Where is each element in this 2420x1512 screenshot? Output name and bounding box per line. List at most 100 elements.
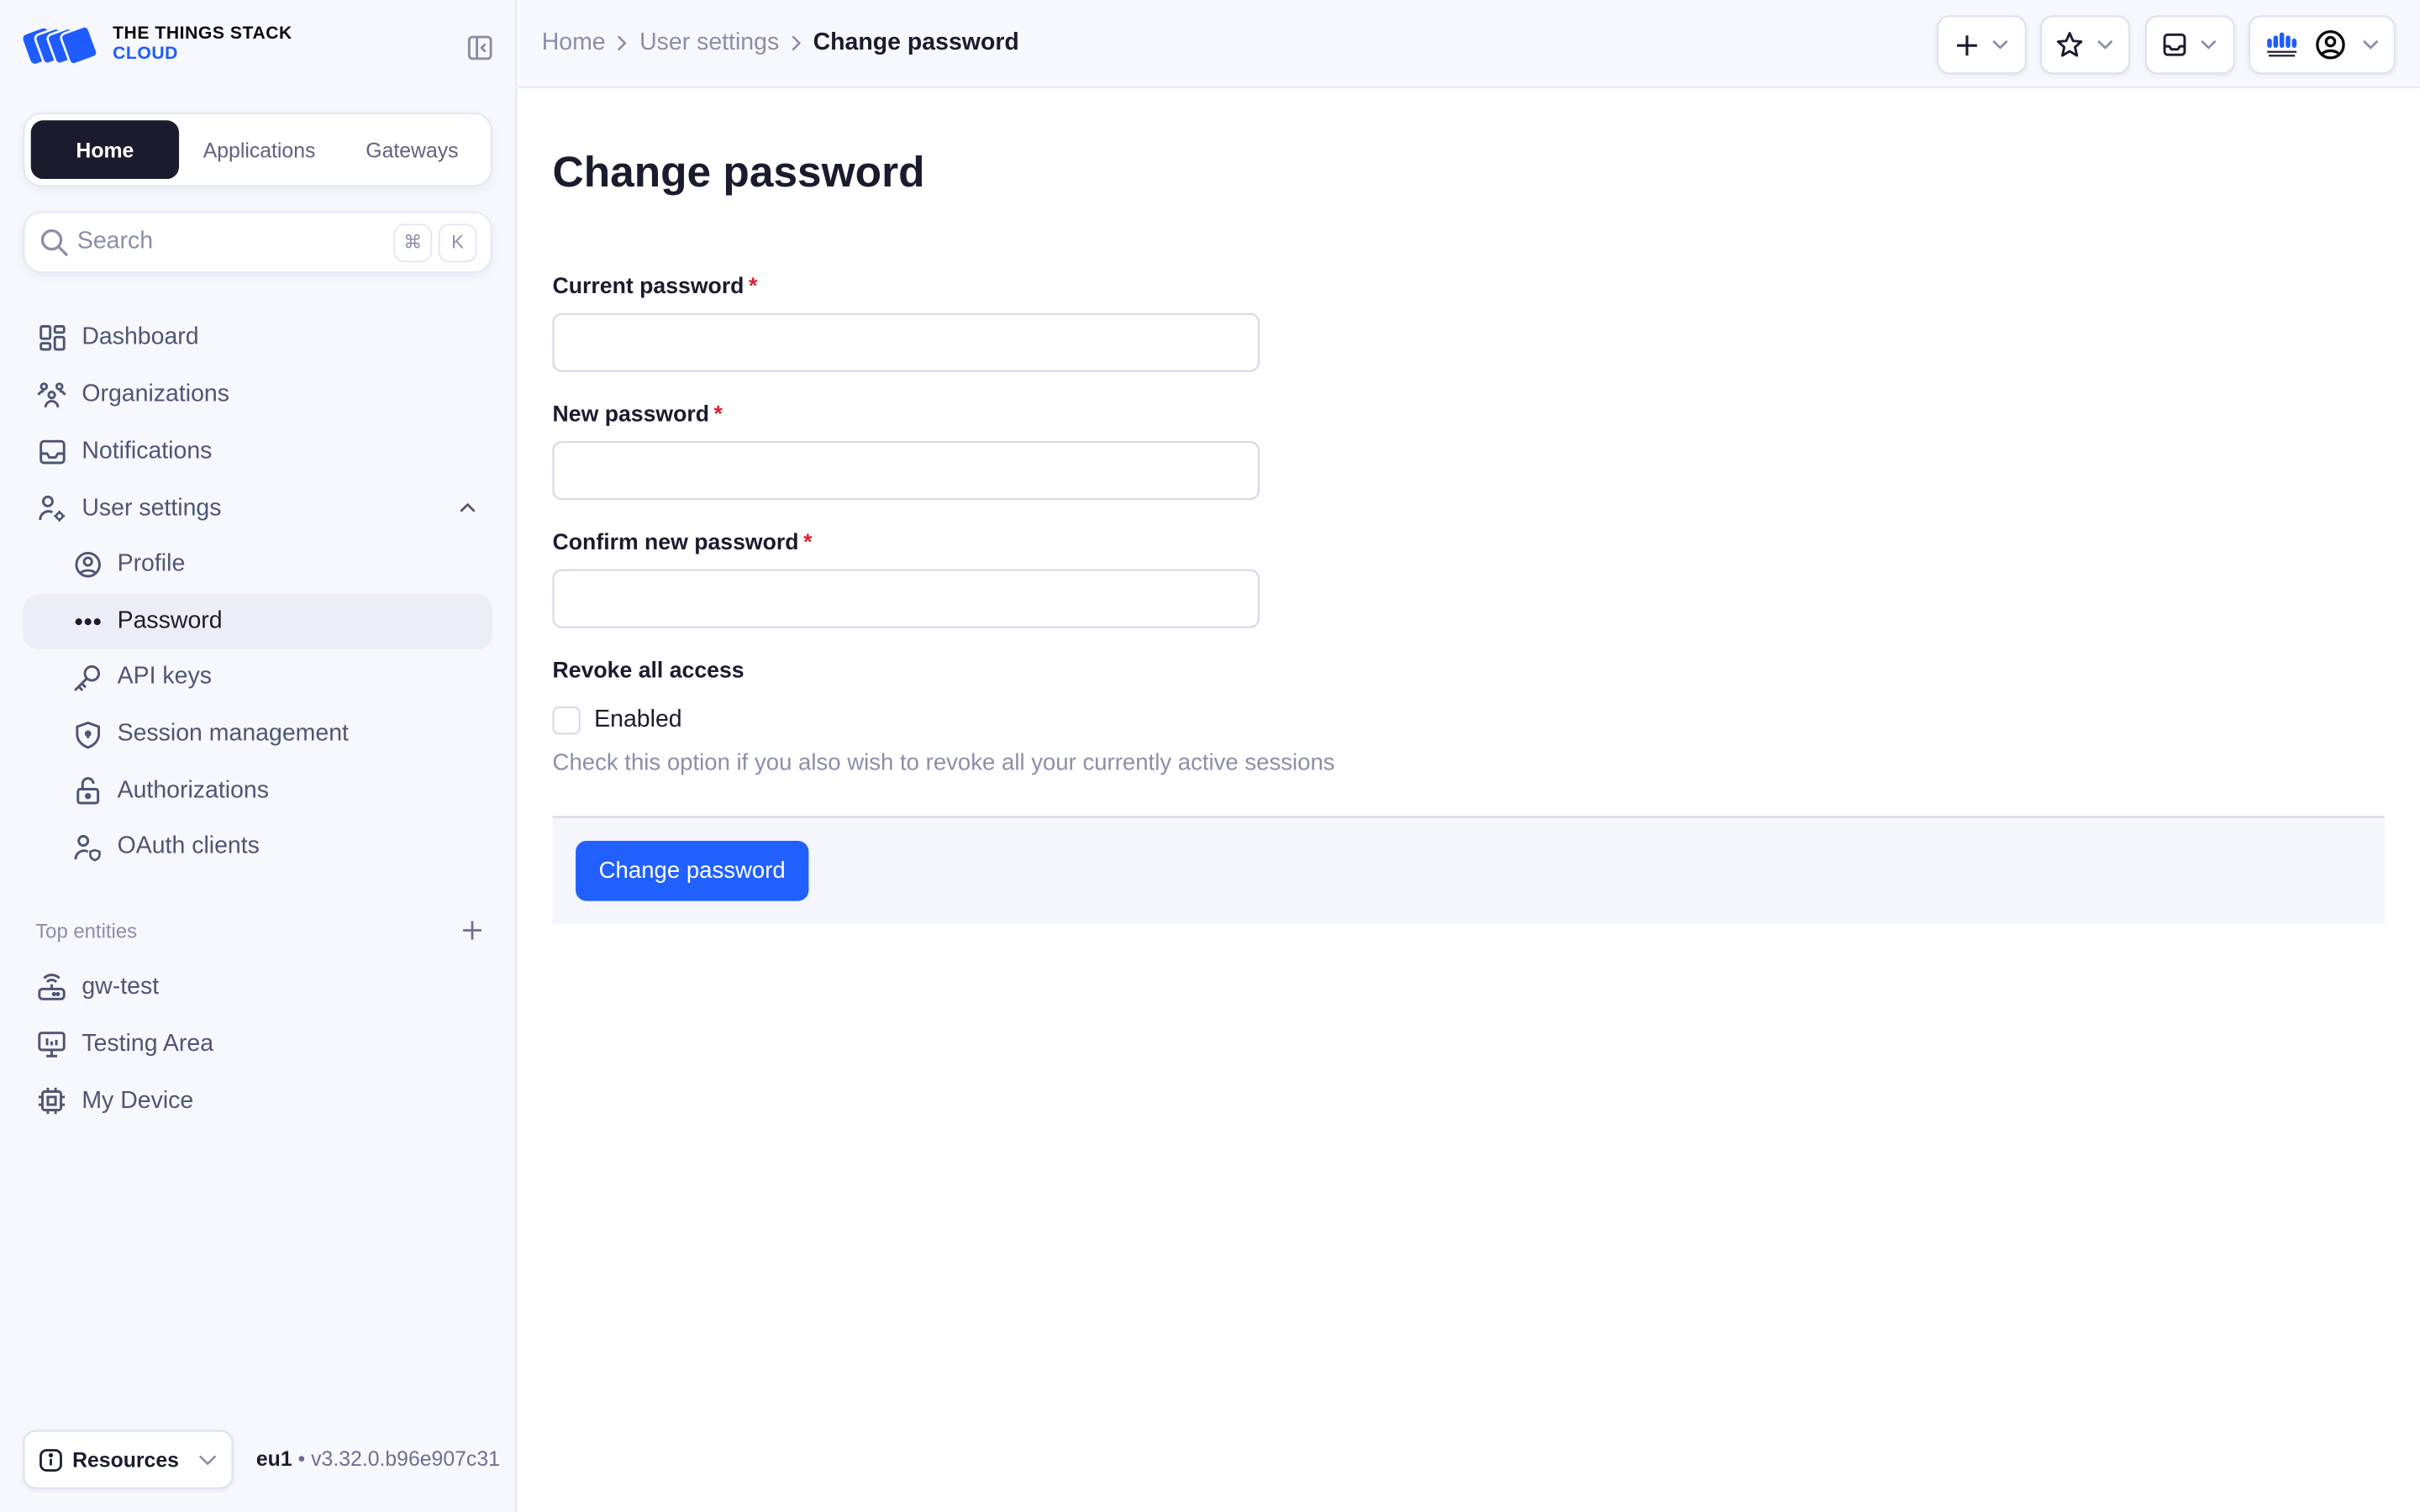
sidebar-item-label: Profile: [117, 551, 186, 578]
user-circle-icon: [2315, 29, 2344, 60]
add-dropdown-button[interactable]: [1937, 15, 2027, 75]
sidebar-item-label: Dashboard: [82, 323, 199, 350]
logo-subtitle: CLOUD: [113, 45, 178, 64]
add-top-entity-plus-icon[interactable]: [461, 920, 483, 942]
breadcrumb-user-settings[interactable]: User settings: [639, 29, 779, 57]
logo-title: THE THINGS STACK: [113, 24, 292, 44]
new-password-input[interactable]: [552, 441, 1260, 501]
search-icon: [40, 228, 68, 256]
tab-home[interactable]: Home: [30, 120, 180, 180]
checkbox-label: Enabled: [594, 706, 682, 733]
sidebar: THE THINGS STACK CLOUD Home Applications…: [0, 0, 518, 1512]
resources-dropdown-button[interactable]: Resources: [23, 1430, 234, 1489]
gateway-icon: [37, 972, 66, 1001]
entity-label: My Device: [82, 1086, 194, 1114]
breadcrumb-home[interactable]: Home: [542, 29, 606, 57]
sidebar-item-profile[interactable]: Profile: [24, 537, 492, 593]
sidebar-item-label: OAuth clients: [117, 833, 260, 860]
top-header: Home User settings Change password: [518, 0, 2420, 88]
tab-gateways[interactable]: Gateways: [339, 120, 485, 179]
chevron-right-icon: [612, 33, 634, 55]
revoke-access-label: Revoke all access: [552, 659, 744, 684]
confirm-password-input[interactable]: [552, 569, 1260, 628]
version-separator: •: [297, 1446, 306, 1471]
current-password-label: Current password *: [553, 275, 758, 299]
shortcut-key-cmd: ⌘: [393, 223, 433, 262]
user-settings-icon: [37, 494, 66, 523]
password-icon: [72, 607, 102, 637]
sidebar-item-label: Session management: [117, 720, 349, 748]
page-title: Change password: [552, 148, 925, 197]
change-password-button[interactable]: Change password: [576, 841, 809, 901]
current-password-input[interactable]: [552, 312, 1260, 372]
breadcrumb: Home User settings Change password: [542, 29, 1019, 57]
collapse-sidebar-button[interactable]: [466, 34, 494, 61]
new-password-label: New password *: [553, 402, 723, 427]
application-icon: [37, 1029, 66, 1058]
sidebar-item-user-settings[interactable]: User settings: [24, 480, 492, 537]
required-marker: *: [713, 402, 723, 428]
plus-icon: [1956, 34, 1976, 55]
top-entity-testing-area[interactable]: Testing Area: [24, 1016, 492, 1073]
main-content: Change password Current password * New pa…: [518, 89, 2420, 1512]
breadcrumb-current: Change password: [813, 29, 1019, 56]
sidebar-item-api-keys[interactable]: API keys: [24, 650, 492, 706]
shortcut-key-k: K: [438, 223, 477, 262]
notifications-dropdown-button[interactable]: [2145, 15, 2235, 75]
chevron-right-icon: [786, 33, 808, 55]
top-entities-header: Top entities: [35, 916, 483, 944]
revoke-access-checkbox-row[interactable]: Enabled: [552, 706, 682, 735]
version-number: v3.32.0.b96e907c31: [311, 1446, 500, 1471]
sidebar-item-session-management[interactable]: Session management: [24, 706, 492, 763]
tab-applications[interactable]: Applications: [179, 120, 339, 179]
sidebar-item-organizations[interactable]: Organizations: [24, 365, 492, 423]
shield-icon: [72, 720, 102, 749]
tts-logo-icon: [23, 25, 99, 66]
inbox-icon: [37, 437, 66, 466]
dashboard-icon: [37, 323, 66, 352]
sidebar-item-label: Notifications: [82, 437, 213, 464]
sidebar-item-password[interactable]: Password: [23, 593, 492, 650]
logo[interactable]: THE THINGS STACK CLOUD: [23, 24, 292, 66]
search-input[interactable]: [76, 228, 388, 256]
entity-label: Testing Area: [82, 1030, 214, 1057]
top-entities-title: Top entities: [35, 918, 138, 942]
search-box[interactable]: ⌘ K: [23, 211, 492, 274]
inbox-icon: [2163, 33, 2186, 56]
sidebar-item-dashboard[interactable]: Dashboard: [24, 308, 492, 365]
sidebar-item-authorizations[interactable]: Authorizations: [24, 763, 492, 819]
organizations-icon: [37, 380, 66, 409]
star-icon: [2056, 32, 2083, 57]
required-marker: *: [803, 530, 813, 556]
field-label-text: Current password: [552, 274, 744, 300]
top-entity-gw-test[interactable]: gw-test: [24, 958, 492, 1016]
top-entities-list: gw-test Testing Area My Device: [24, 958, 492, 1130]
confirm-password-label: Confirm new password *: [553, 531, 813, 555]
bookmarks-dropdown-button[interactable]: [2040, 15, 2130, 75]
sidebar-nav: Dashboard Organizations Notifications Us…: [23, 308, 492, 875]
sidebar-item-label: Authorizations: [117, 777, 270, 804]
chevron-down-icon: [2362, 40, 2378, 50]
required-marker: *: [748, 274, 758, 300]
info-icon: [39, 1448, 62, 1471]
field-label-text: Confirm new password: [552, 530, 799, 556]
top-entity-my-device[interactable]: My Device: [24, 1073, 492, 1130]
sidebar-item-label: User settings: [82, 494, 222, 521]
version-info: eu1 • v3.32.0.b96e907c31: [256, 1447, 500, 1471]
unlock-icon: [72, 776, 102, 806]
org-logo-icon: [2266, 32, 2296, 57]
chevron-up-icon[interactable]: [459, 498, 477, 517]
resources-label: Resources: [72, 1447, 179, 1472]
sidebar-item-oauth-clients[interactable]: OAuth clients: [24, 819, 492, 875]
key-icon: [72, 664, 102, 693]
revoke-access-checkbox[interactable]: [552, 706, 581, 735]
chevron-down-icon: [199, 1455, 216, 1465]
device-chip-icon: [37, 1086, 66, 1116]
form-footer: Change password: [552, 816, 2385, 925]
revoke-access-hint: Check this option if you also wish to re…: [552, 749, 1335, 776]
sidebar-item-notifications[interactable]: Notifications: [24, 423, 492, 480]
sidebar-tabs: Home Applications Gateways: [23, 113, 492, 187]
profile-icon: [72, 550, 102, 580]
account-dropdown-button[interactable]: [2249, 15, 2396, 75]
sidebar-item-label: Organizations: [82, 380, 230, 407]
